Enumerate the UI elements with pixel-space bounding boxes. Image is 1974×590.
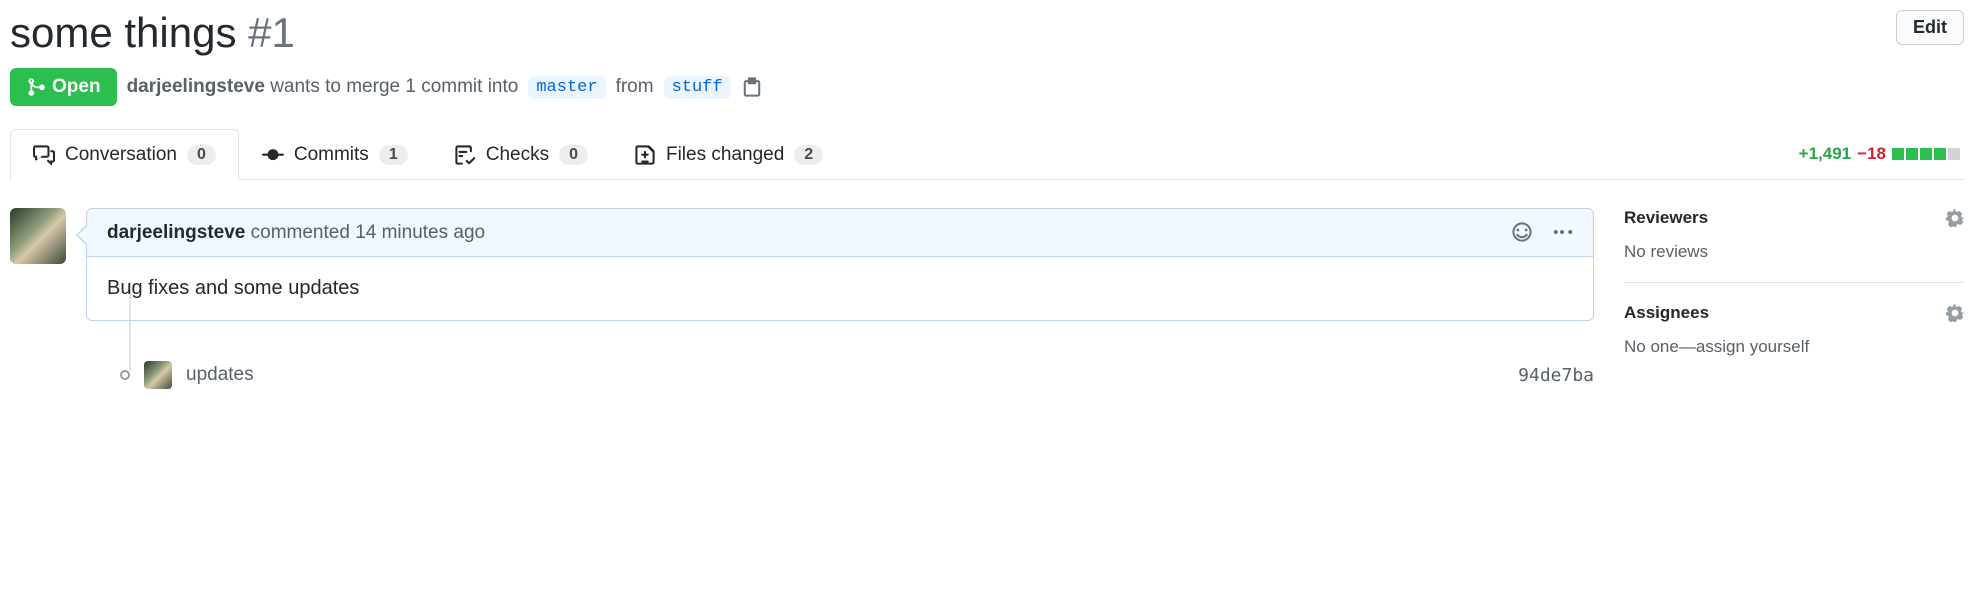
comment-time[interactable]: 14 minutes ago: [355, 222, 485, 243]
base-branch[interactable]: master: [528, 76, 605, 99]
head-branch[interactable]: stuff: [664, 76, 731, 99]
assignees-prefix: No one—: [1624, 337, 1696, 356]
git-pull-request-icon: [26, 77, 46, 97]
tab-files-label: Files changed: [666, 144, 784, 166]
merge-author[interactable]: darjeelingsteve: [127, 76, 265, 97]
merge-text: darjeelingsteve wants to merge 1 commit …: [127, 76, 519, 98]
diff-deletions: −18: [1857, 144, 1886, 164]
pr-title: some things #1: [10, 10, 295, 56]
gear-icon[interactable]: [1946, 208, 1964, 228]
commit-message[interactable]: updates: [186, 364, 254, 386]
tab-files-count: 2: [794, 145, 823, 165]
reaction-icon[interactable]: [1511, 221, 1533, 244]
commit-sha[interactable]: 94de7ba: [1518, 365, 1594, 386]
tab-conversation-label: Conversation: [65, 144, 177, 166]
checklist-icon: [454, 144, 476, 166]
assignees-body: No one—assign yourself: [1624, 337, 1964, 357]
comment-box: darjeelingsteve commented 14 minutes ago…: [86, 208, 1594, 321]
assignees-title: Assignees: [1624, 303, 1709, 323]
avatar[interactable]: [144, 361, 172, 389]
comment-item: darjeelingsteve commented 14 minutes ago…: [10, 208, 1594, 321]
diff-stats: +1,491 −18: [1799, 144, 1964, 164]
comment-header: darjeelingsteve commented 14 minutes ago: [87, 209, 1593, 257]
sidebar-reviewers: Reviewers No reviews: [1624, 208, 1964, 283]
tab-checks-label: Checks: [486, 144, 549, 166]
pr-title-text: some things: [10, 9, 236, 56]
tab-commits[interactable]: Commits 1: [239, 129, 431, 180]
assign-yourself-link[interactable]: assign yourself: [1696, 337, 1809, 356]
comment-discussion-icon: [33, 144, 55, 166]
comment-header-text: darjeelingsteve commented 14 minutes ago: [107, 222, 485, 244]
pr-number: #1: [248, 9, 295, 56]
state-label: Open: [52, 76, 101, 98]
sidebar-assignees: Assignees No one—assign yourself: [1624, 303, 1964, 377]
diff-bar: [1892, 148, 1960, 160]
tab-conversation[interactable]: Conversation 0: [10, 129, 239, 180]
tabs: Conversation 0 Commits 1 Checks 0 Files …: [10, 128, 1964, 180]
tab-commits-count: 1: [379, 145, 408, 165]
reviewers-title: Reviewers: [1624, 208, 1708, 228]
edit-button[interactable]: Edit: [1896, 10, 1964, 45]
commit-row: updates 94de7ba: [120, 361, 1594, 389]
state-badge: Open: [10, 68, 117, 106]
main-column: darjeelingsteve commented 14 minutes ago…: [10, 208, 1594, 397]
tab-conversation-count: 0: [187, 145, 216, 165]
gear-icon[interactable]: [1946, 303, 1964, 323]
tab-checks[interactable]: Checks 0: [431, 129, 611, 180]
comment-body: Bug fixes and some updates: [87, 257, 1593, 320]
reviewers-body: No reviews: [1624, 242, 1964, 262]
tab-files[interactable]: Files changed 2: [611, 129, 846, 180]
sidebar: Reviewers No reviews Assignees No one—as…: [1624, 208, 1964, 397]
title-block: some things #1: [10, 10, 295, 56]
content-row: darjeelingsteve commented 14 minutes ago…: [10, 208, 1964, 397]
comment-verb: commented: [251, 222, 350, 243]
meta-row: Open darjeelingsteve wants to merge 1 co…: [10, 68, 1964, 106]
merge-text-mid: from: [616, 76, 654, 98]
diff-additions: +1,491: [1799, 144, 1851, 164]
file-diff-icon: [634, 144, 656, 166]
header-row: some things #1 Edit: [10, 10, 1964, 56]
tab-checks-count: 0: [559, 145, 588, 165]
comment-author[interactable]: darjeelingsteve: [107, 222, 245, 243]
merge-text-before: wants to merge 1 commit into: [270, 76, 518, 97]
avatar[interactable]: [10, 208, 66, 264]
tab-commits-label: Commits: [294, 144, 369, 166]
kebab-icon[interactable]: [1551, 221, 1573, 244]
commit-dot-icon: [120, 370, 130, 380]
copy-icon[interactable]: [741, 76, 763, 99]
git-commit-icon: [262, 144, 284, 166]
